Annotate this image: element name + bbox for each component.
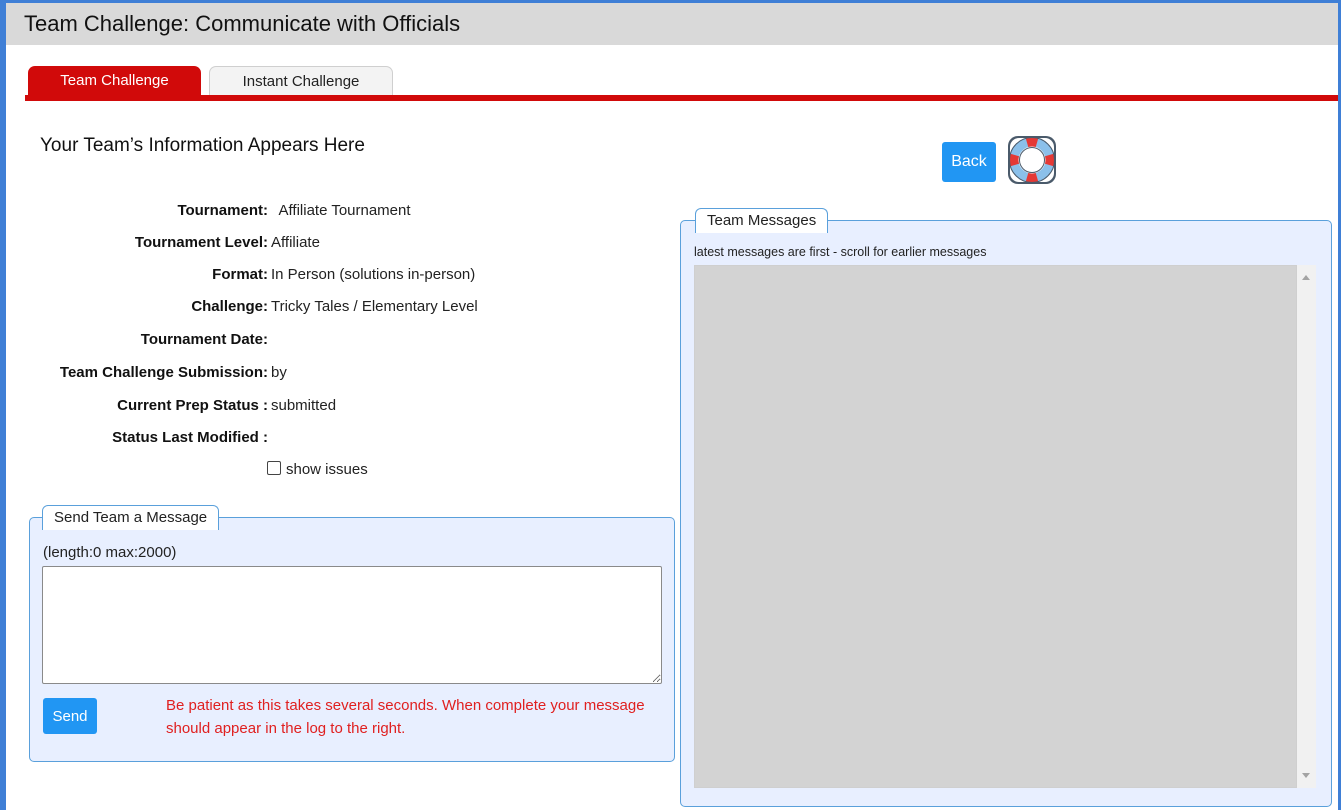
message-log[interactable] bbox=[694, 265, 1297, 788]
info-label: Challenge: bbox=[191, 298, 268, 315]
send-button[interactable]: Send bbox=[43, 698, 97, 734]
message-log-scrollbar[interactable] bbox=[1297, 265, 1316, 788]
team-messages-panel: Team Messages latest messages are first … bbox=[680, 208, 1332, 807]
info-value: Tricky Tales / Elementary Level bbox=[271, 298, 478, 315]
show-issues-label: show issues bbox=[286, 461, 368, 478]
scroll-up-arrow-icon[interactable] bbox=[1302, 275, 1310, 280]
info-label: Tournament Level: bbox=[134, 234, 268, 251]
info-label: Tournament Date: bbox=[140, 331, 268, 348]
send-message-legend: Send Team a Message bbox=[42, 505, 220, 530]
info-label: Tournament: bbox=[177, 202, 268, 219]
tab-instant-challenge[interactable]: Instant Challenge bbox=[209, 66, 393, 96]
message-textarea[interactable] bbox=[42, 566, 662, 684]
team-info-heading: Your Team’s Information Appears Here bbox=[40, 135, 365, 156]
lifebuoy-icon[interactable] bbox=[1006, 134, 1058, 186]
info-value: by bbox=[271, 364, 287, 381]
info-value: Affiliate Tournament bbox=[271, 202, 411, 219]
message-length-counter: (length:0 max:2000) bbox=[43, 544, 177, 561]
tab-team-challenge[interactable]: Team Challenge bbox=[28, 66, 201, 96]
info-label: Status Last Modified : bbox=[112, 429, 268, 446]
send-warning-text: Be patient as this takes several seconds… bbox=[166, 697, 645, 737]
team-messages-legend: Team Messages bbox=[695, 208, 829, 233]
info-label: Current Prep Status : bbox=[117, 397, 268, 414]
tab-underline bbox=[25, 95, 1338, 101]
page-title: Team Challenge: Communicate with Officia… bbox=[24, 11, 461, 36]
team-messages-note: latest messages are first - scroll for e… bbox=[694, 245, 987, 259]
show-issues-toggle[interactable]: show issues bbox=[267, 461, 368, 478]
info-value: In Person (solutions in-person) bbox=[271, 266, 476, 283]
info-label: Team Challenge Submission: bbox=[59, 364, 268, 381]
back-button[interactable]: Back bbox=[942, 142, 996, 182]
scroll-down-arrow-icon[interactable] bbox=[1302, 773, 1310, 778]
info-label: Format: bbox=[212, 266, 268, 283]
info-value: Affiliate bbox=[271, 234, 320, 251]
show-issues-checkbox[interactable] bbox=[267, 461, 281, 475]
title-bar: Team Challenge: Communicate with Officia… bbox=[6, 3, 1338, 45]
info-value: submitted bbox=[271, 397, 337, 414]
send-message-panel: Send Team a Message (length:0 max:2000) … bbox=[29, 505, 675, 762]
